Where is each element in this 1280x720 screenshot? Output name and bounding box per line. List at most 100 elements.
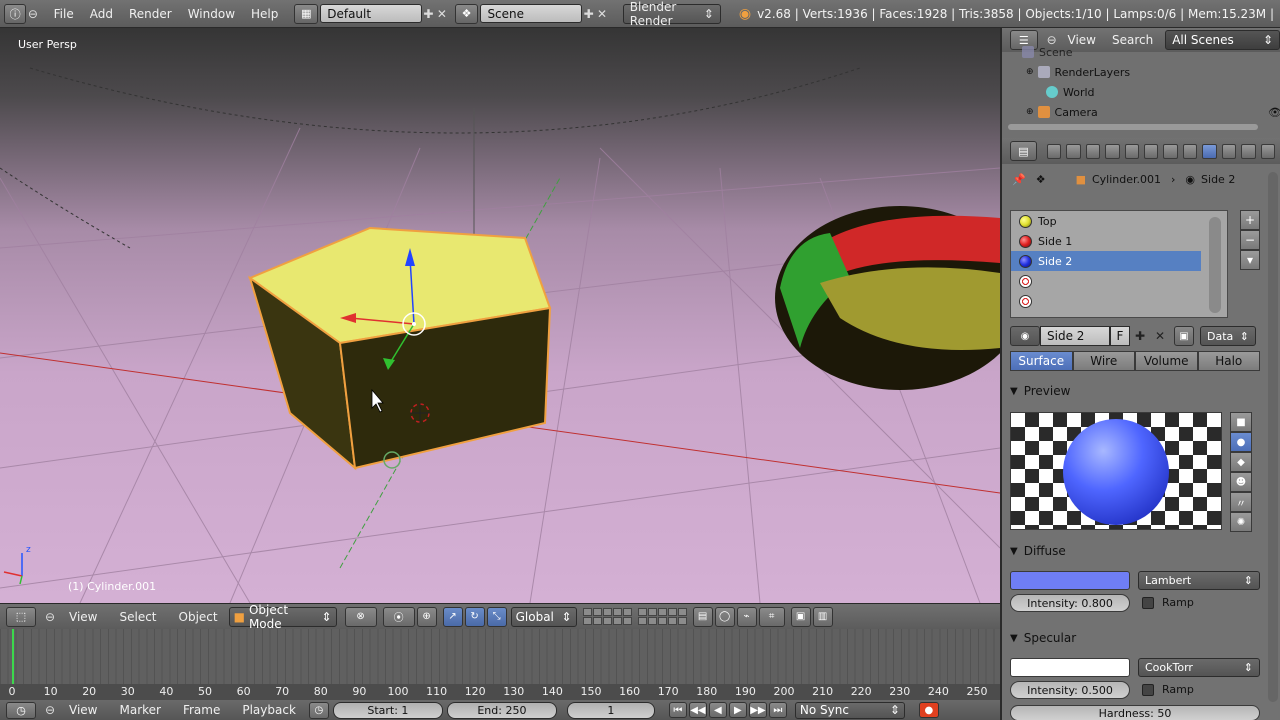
particles-context-icon[interactable]	[1241, 143, 1256, 159]
render-still-icon[interactable]: ▣	[790, 606, 811, 627]
properties-scrollbar[interactable]	[1268, 172, 1278, 702]
scene-context-icon[interactable]	[1085, 143, 1101, 159]
jump-end-icon[interactable]: ⏭	[768, 702, 787, 718]
unlink-material-icon[interactable]: ✕	[1150, 328, 1170, 345]
3d-editor-type-icon[interactable]: ⬚	[6, 606, 36, 627]
outliner-menu-view[interactable]: View	[1060, 33, 1104, 47]
transform-orientation-dropdown[interactable]: Global ⇕	[510, 606, 577, 627]
render-layers-context-icon[interactable]	[1066, 143, 1081, 159]
texture-context-icon[interactable]	[1221, 143, 1237, 159]
tab-halo[interactable]: Halo	[1197, 351, 1260, 371]
visibility-eye-icon[interactable]: 👁	[1268, 106, 1280, 119]
tl-menu-playback[interactable]: Playback	[231, 703, 307, 717]
screen-layout-icon[interactable]: ▦	[294, 3, 319, 24]
preview-monkey-icon[interactable]: ☻	[1230, 472, 1252, 492]
manipulator-toggle-icon[interactable]: ⊕	[416, 606, 437, 627]
world-context-icon[interactable]	[1105, 143, 1120, 159]
tl-menu-marker[interactable]: Marker	[108, 703, 171, 717]
pin-icon[interactable]: 📌	[1012, 173, 1026, 186]
remove-layout-icon[interactable]: ✕	[435, 5, 448, 22]
tl-menu-frame[interactable]: Frame	[172, 703, 231, 717]
jump-keyframe-back-icon[interactable]: ◀◀	[688, 702, 707, 718]
object-context-icon[interactable]	[1124, 143, 1139, 159]
diffuse-color-swatch[interactable]	[1010, 571, 1130, 590]
proportional-edit-icon[interactable]: ◯	[714, 606, 735, 627]
specular-color-swatch[interactable]	[1010, 658, 1130, 677]
scene-field[interactable]: Scene	[480, 4, 582, 23]
add-scene-icon[interactable]: ✚	[582, 5, 595, 22]
jump-start-icon[interactable]: ⏮	[668, 702, 687, 718]
screen-layout-field[interactable]: Default	[320, 4, 422, 23]
slot-specials-icon[interactable]: ▾	[1240, 250, 1260, 270]
diffuse-shader-dropdown[interactable]: Lambert ⇕	[1138, 571, 1260, 590]
scale-manipulator-icon[interactable]: ⤡	[486, 606, 507, 627]
specular-panel-header[interactable]: ▼ Specular	[1010, 627, 1260, 649]
current-frame-cursor[interactable]	[12, 629, 14, 686]
render-context-icon[interactable]	[1046, 143, 1062, 159]
menu-file[interactable]: File	[46, 7, 82, 21]
jump-keyframe-forward-icon[interactable]: ▶▶	[748, 702, 767, 718]
menu-object[interactable]: Object	[168, 610, 229, 624]
diffuse-ramp-checkbox[interactable]: Ramp	[1142, 596, 1194, 609]
render-animation-icon[interactable]: ▥	[812, 606, 833, 627]
node-material-icon[interactable]: ▣	[1174, 326, 1194, 346]
modifiers-context-icon[interactable]	[1163, 143, 1178, 159]
diffuse-intensity-slider[interactable]: Intensity: 0.800	[1010, 594, 1130, 612]
specular-shader-dropdown[interactable]: CookTorr ⇕	[1138, 658, 1260, 677]
new-material-icon[interactable]: ✚	[1130, 328, 1150, 345]
outliner-row-renderlayers[interactable]: ⊕ RenderLayers	[1026, 62, 1280, 82]
rotate-manipulator-icon[interactable]: ↻	[464, 606, 485, 627]
render-engine-dropdown[interactable]: Blender Render ⇕	[622, 0, 721, 28]
current-frame-field[interactable]: 1	[566, 701, 655, 719]
outliner-row-scene[interactable]: Scene	[1022, 46, 1280, 58]
preview-sphere-icon[interactable]: ●	[1230, 432, 1252, 452]
editor-type-icon[interactable]: ⓘ	[4, 3, 27, 24]
collapse-header-icon[interactable]: ⊖	[42, 608, 58, 625]
diffuse-panel-header[interactable]: ▼ Diffuse	[1010, 540, 1260, 562]
material-slot[interactable]: Top	[1011, 211, 1227, 231]
specular-intensity-slider[interactable]: Intensity: 0.500	[1010, 681, 1130, 699]
outliner-row-world[interactable]: World	[1046, 82, 1280, 102]
timeline-editor-type-icon[interactable]: ◷	[6, 701, 36, 719]
menu-window[interactable]: Window	[180, 7, 243, 21]
fake-user-button[interactable]: F	[1110, 326, 1130, 346]
collapse-timeline-icon[interactable]: ⊖	[42, 702, 58, 719]
add-slot-icon[interactable]: +	[1240, 210, 1260, 230]
material-context-icon[interactable]	[1202, 143, 1217, 159]
slot-list-scrollbar[interactable]	[1209, 217, 1221, 313]
layer-grid-2[interactable]	[637, 608, 687, 625]
timeline-area[interactable]: 0 10 20 30 40 50 60 70 80 90 100 110 120 130 140 150 160…	[0, 629, 1000, 700]
menu-add[interactable]: Add	[82, 7, 121, 21]
preview-cube-icon[interactable]: ◆	[1230, 452, 1252, 472]
tab-wire[interactable]: Wire	[1072, 351, 1135, 371]
tab-surface[interactable]: Surface	[1010, 351, 1073, 371]
menu-help[interactable]: Help	[243, 7, 286, 21]
translate-manipulator-icon[interactable]: ↗	[442, 606, 463, 627]
material-name-field[interactable]: Side 2	[1040, 326, 1110, 346]
browse-material-icon[interactable]: ◉	[1010, 326, 1040, 346]
properties-editor-type-icon[interactable]: ▤	[1010, 141, 1037, 161]
play-reverse-icon[interactable]: ◀	[708, 702, 727, 718]
layer-grid-1[interactable]	[582, 608, 632, 625]
outliner-menu-search[interactable]: Search	[1104, 33, 1161, 47]
preview-panel-header[interactable]: ▼ Preview	[1010, 380, 1260, 402]
lock-layers-icon[interactable]: ▤	[692, 606, 713, 627]
start-frame-field[interactable]: Start: 1	[332, 701, 443, 719]
outliner-row-camera[interactable]: ⊕ Camera 👁	[1026, 102, 1280, 122]
snap-icon[interactable]: ⌁	[736, 606, 757, 627]
data-context-icon[interactable]	[1182, 143, 1198, 159]
end-frame-field[interactable]: End: 250	[446, 701, 557, 719]
material-slot[interactable]: Side 1	[1011, 231, 1227, 251]
viewport-shading-icon[interactable]: ⊗	[344, 606, 377, 627]
preview-flat-icon[interactable]: ■	[1230, 412, 1252, 432]
pivot-point-icon[interactable]: ⦿	[382, 606, 415, 627]
outliner-horizontal-scrollbar[interactable]	[1008, 124, 1258, 130]
link-dropdown[interactable]: Data ⇕	[1200, 326, 1256, 346]
tab-volume[interactable]: Volume	[1135, 351, 1198, 371]
material-slot-empty[interactable]	[1011, 291, 1227, 311]
menu-view[interactable]: View	[58, 610, 108, 624]
mode-dropdown[interactable]: ■ Object Mode ⇕	[228, 603, 337, 631]
play-icon[interactable]: ▶	[728, 702, 747, 718]
sync-mode-dropdown[interactable]: No Sync ⇕	[794, 701, 905, 719]
add-layout-icon[interactable]: ✚	[422, 5, 435, 22]
